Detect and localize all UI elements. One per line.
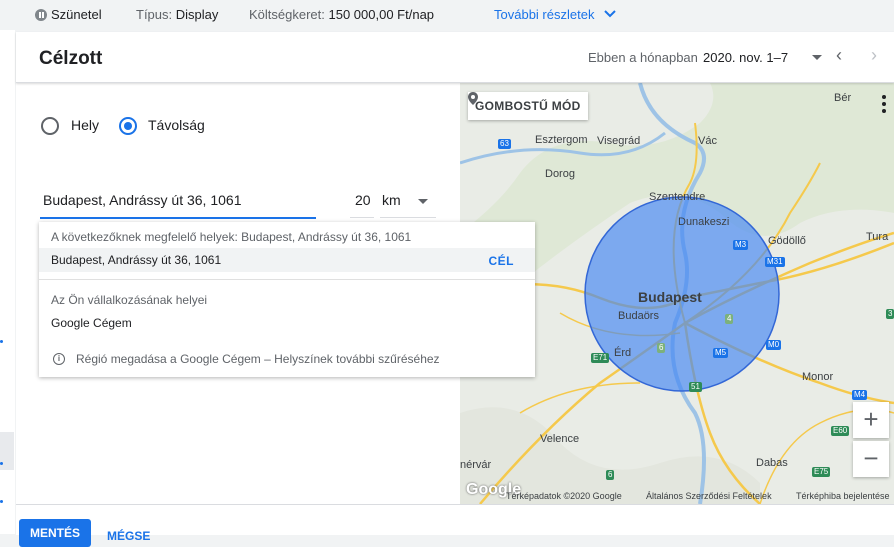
address-input[interactable]: Budapest, Andrássy út 36, 1061: [43, 192, 241, 208]
target-button[interactable]: CÉL: [489, 254, 515, 268]
page-title: Célzott: [39, 48, 103, 69]
radio-radius[interactable]: [119, 117, 137, 135]
unit-dropdown-icon[interactable]: [418, 199, 428, 204]
pin-icon: [468, 92, 478, 105]
unit-select-underline: [380, 217, 436, 218]
info-text[interactable]: Régió megadása a Google Cégem – Helyszín…: [76, 352, 440, 366]
map-label-szentendre: Szentendre: [649, 191, 706, 203]
map-label-monor: Monor: [802, 371, 834, 383]
next-period-icon[interactable]: ›: [871, 45, 877, 66]
map-label-tura: Tura: [866, 231, 889, 243]
map-label-dabas: Dabas: [756, 457, 788, 469]
radius-input[interactable]: 20: [355, 192, 371, 208]
map-attribution: Térképadatok ©2020 Google: [506, 491, 622, 501]
radius-input-underline: [350, 217, 374, 218]
period-label: Ebben a hónapban: [588, 50, 698, 65]
road-shield: M4: [852, 390, 868, 400]
map-label-erd: Érd: [614, 347, 632, 359]
road-shield: E71: [591, 353, 610, 363]
terms-link[interactable]: Általános Szerződési Feltételek: [646, 491, 772, 501]
business-locations-header: Az Ön vállalkozásának helyei: [51, 293, 208, 307]
road-shield: M3: [733, 240, 749, 250]
more-details-link[interactable]: További részletek: [494, 7, 616, 22]
map-label-velence: Velence: [540, 433, 580, 445]
status-text: Szünetel: [51, 7, 102, 22]
pause-icon: [35, 9, 47, 21]
pin-mode-button[interactable]: GOMBOSTŰ MÓD: [468, 92, 588, 120]
road-shield: 51: [689, 382, 702, 392]
type-value: Display: [175, 7, 219, 22]
map-label-budaors: Budaörs: [618, 310, 659, 322]
period-select[interactable]: 2020. nov. 1–7: [703, 50, 788, 65]
map-label-visegrad: Visegrád: [597, 135, 641, 147]
map-label-budapest: Budapest: [638, 289, 702, 305]
pin-mode-label: GOMBOSTŰ MÓD: [475, 99, 581, 113]
zoom-in-button[interactable]: +: [853, 402, 889, 438]
radio-location[interactable]: [41, 117, 59, 135]
road-shield: 63: [498, 139, 511, 149]
more-options-icon[interactable]: [882, 95, 886, 116]
campaign-budget: Költségkeret: 150 000,00 Ft/nap: [249, 7, 434, 22]
more-details-label: További részletek: [494, 7, 595, 22]
map-label-dorog: Dorog: [545, 168, 575, 180]
radio-location-label: Hely: [71, 117, 100, 133]
road-shield: M0: [766, 340, 782, 350]
action-bar: MENTÉS MÉGSE: [16, 504, 894, 547]
campaign-type: Típus: Display: [136, 7, 218, 22]
road-shield: 3: [886, 309, 894, 319]
chevron-down-icon: [604, 10, 616, 18]
period-dropdown-icon[interactable]: [812, 55, 822, 60]
address-input-underline: [40, 217, 316, 219]
radio-radius-label: Távolság: [148, 117, 205, 133]
card-header: Célzott Ebben a hónapban 2020. nov. 1–7 …: [16, 32, 894, 83]
map-label-godollo: Gödöllő: [768, 235, 806, 247]
road-shield: M31: [765, 257, 785, 267]
business-location-item[interactable]: Google Cégem: [51, 316, 132, 330]
previous-period-icon[interactable]: ‹: [836, 45, 842, 66]
location-suggestions-dropdown: A következőknek megfelelő helyek: Budape…: [39, 222, 535, 377]
campaign-summary-bar: Szünetel Típus: Display Költségkeret: 15…: [0, 0, 894, 30]
road-shield: E60: [831, 426, 850, 436]
left-gutter: [0, 30, 15, 534]
cancel-button[interactable]: MÉGSE: [107, 529, 150, 543]
suggestion-item-label[interactable]: Budapest, Andrássy út 36, 1061: [51, 253, 221, 267]
map-label-esztergom: Esztergom: [535, 134, 588, 146]
report-map-error-link[interactable]: Térképhiba bejelentése: [796, 491, 890, 501]
map-label-ber: Bér: [834, 92, 852, 104]
info-icon: i: [53, 353, 65, 365]
save-button[interactable]: MENTÉS: [19, 519, 91, 547]
gutter-dot: [0, 340, 3, 343]
road-shield: 6: [657, 343, 666, 353]
map-label-dunakeszi: Dunakeszi: [678, 216, 730, 228]
type-label: Típus:: [136, 7, 173, 22]
budget-label: Költségkeret:: [249, 7, 325, 22]
budget-value: 150 000,00 Ft/nap: [328, 7, 435, 22]
matches-header: A következőknek megfelelő helyek: Budape…: [51, 230, 412, 244]
road-shield: 6: [606, 470, 615, 480]
map-label-vac: Vác: [698, 135, 717, 147]
gutter-dot: [0, 462, 3, 465]
map-label-szekesfehervar: nérvár: [460, 459, 492, 471]
road-shield: M5: [713, 348, 729, 358]
status: Szünetel: [35, 7, 102, 22]
divider: [39, 279, 535, 280]
road-shield: E75: [812, 467, 831, 477]
zoom-out-button[interactable]: −: [853, 441, 889, 477]
road-shield: 4: [725, 314, 734, 324]
gutter-dot: [0, 500, 3, 503]
unit-select[interactable]: km: [382, 192, 401, 208]
